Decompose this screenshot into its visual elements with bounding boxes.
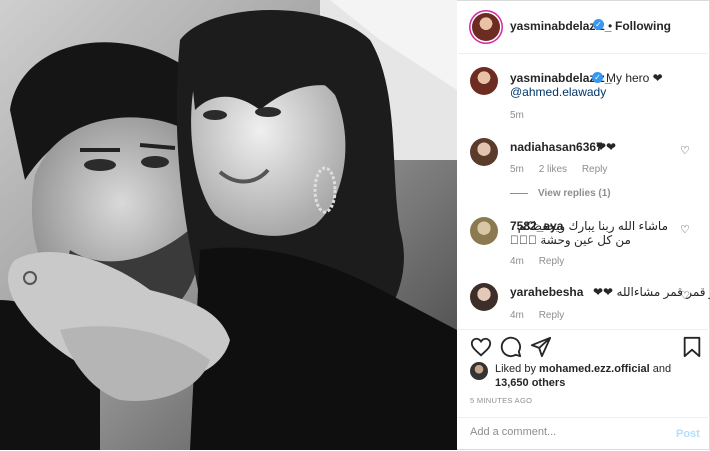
post-timestamp[interactable]: 5 MINUTES AGO [470, 396, 532, 405]
commenter-avatar[interactable] [470, 138, 498, 166]
liked-by-line: Liked by mohamed.ezz.official and [495, 363, 671, 375]
comment-like-heart-icon[interactable]: ♡ [680, 225, 690, 236]
author-avatar[interactable] [472, 13, 500, 41]
follow-status-button[interactable]: Following [615, 19, 671, 33]
comment-text: قمر قمر قمر مشاءالله ❤❤ [593, 285, 710, 299]
caption-mention-link[interactable]: @ahmed.elawady [510, 85, 606, 99]
comment-time: 5m [510, 164, 524, 175]
caption-text: My hero ❤ [606, 71, 663, 85]
add-comment-bar: Post [458, 417, 710, 451]
comment-text: ❤❤ [596, 140, 617, 154]
view-replies-button[interactable]: View replies (1) [538, 188, 611, 199]
comment-meta: 5m 2 likes Reply [510, 164, 619, 175]
comment-username[interactable]: yarahebesha [510, 285, 583, 299]
caption-avatar[interactable] [470, 67, 498, 95]
add-comment-input[interactable] [468, 425, 652, 439]
action-bar [458, 329, 710, 362]
comments-list[interactable]: yasminabdelaziz_ ✓ My hero ❤ @ahmed.elaw… [458, 54, 710, 328]
comment-like-heart-icon[interactable]: ♡ [680, 291, 690, 302]
post-side-panel: yasminabdelaziz_ ✓ • Following yasminabd… [458, 0, 710, 450]
comment-likes[interactable]: 2 likes [539, 164, 567, 175]
liked-by-prefix: Liked by [495, 363, 536, 375]
photo-illustration [0, 0, 457, 450]
likes-count-link[interactable]: 13,650 others [495, 377, 565, 389]
comment-reply-button[interactable]: Reply [582, 164, 608, 175]
header-separator: • [608, 19, 613, 33]
caption-time: 5m [510, 110, 524, 121]
comment-time: 4m [510, 310, 524, 321]
commenter-avatar[interactable] [470, 217, 498, 245]
heart-icon[interactable] [470, 336, 492, 358]
bookmark-icon[interactable] [682, 336, 702, 358]
caption-meta: 5m [510, 110, 536, 121]
comment-time: 4m [510, 256, 524, 267]
comment-meta: 4m Reply [510, 256, 576, 267]
comment-like-heart-icon[interactable]: ♡ [680, 146, 690, 157]
comment-reply-button[interactable]: Reply [539, 256, 565, 267]
post-comment-button[interactable]: Post [676, 428, 700, 440]
comment-text-line-1: ماشاء الله ربنا يبارك ويحفظكم [517, 219, 668, 233]
verified-badge-icon: ✓ [592, 72, 603, 83]
commenter-avatar[interactable] [470, 283, 498, 311]
likes-summary: Liked by mohamed.ezz.official and 13,650… [458, 360, 710, 389]
replies-divider [510, 193, 528, 194]
comment-meta: 4m Reply [510, 310, 576, 321]
post-photo[interactable] [0, 0, 457, 450]
comment-username[interactable]: nadiahasan6367 [510, 140, 603, 154]
comment-reply-button[interactable]: Reply [539, 310, 565, 321]
verified-badge-icon: ✓ [593, 19, 604, 30]
liked-by-user-link[interactable]: mohamed.ezz.official [539, 363, 650, 375]
liker-avatar[interactable] [470, 362, 488, 380]
liked-by-suffix: and [652, 363, 672, 375]
share-icon[interactable] [530, 336, 552, 358]
comment-text-line-2: من كل عين وحشة 🏻🏻🏻 [510, 233, 631, 247]
post-header: yasminabdelaziz_ ✓ • Following [458, 0, 710, 54]
comment-icon[interactable] [500, 336, 522, 358]
